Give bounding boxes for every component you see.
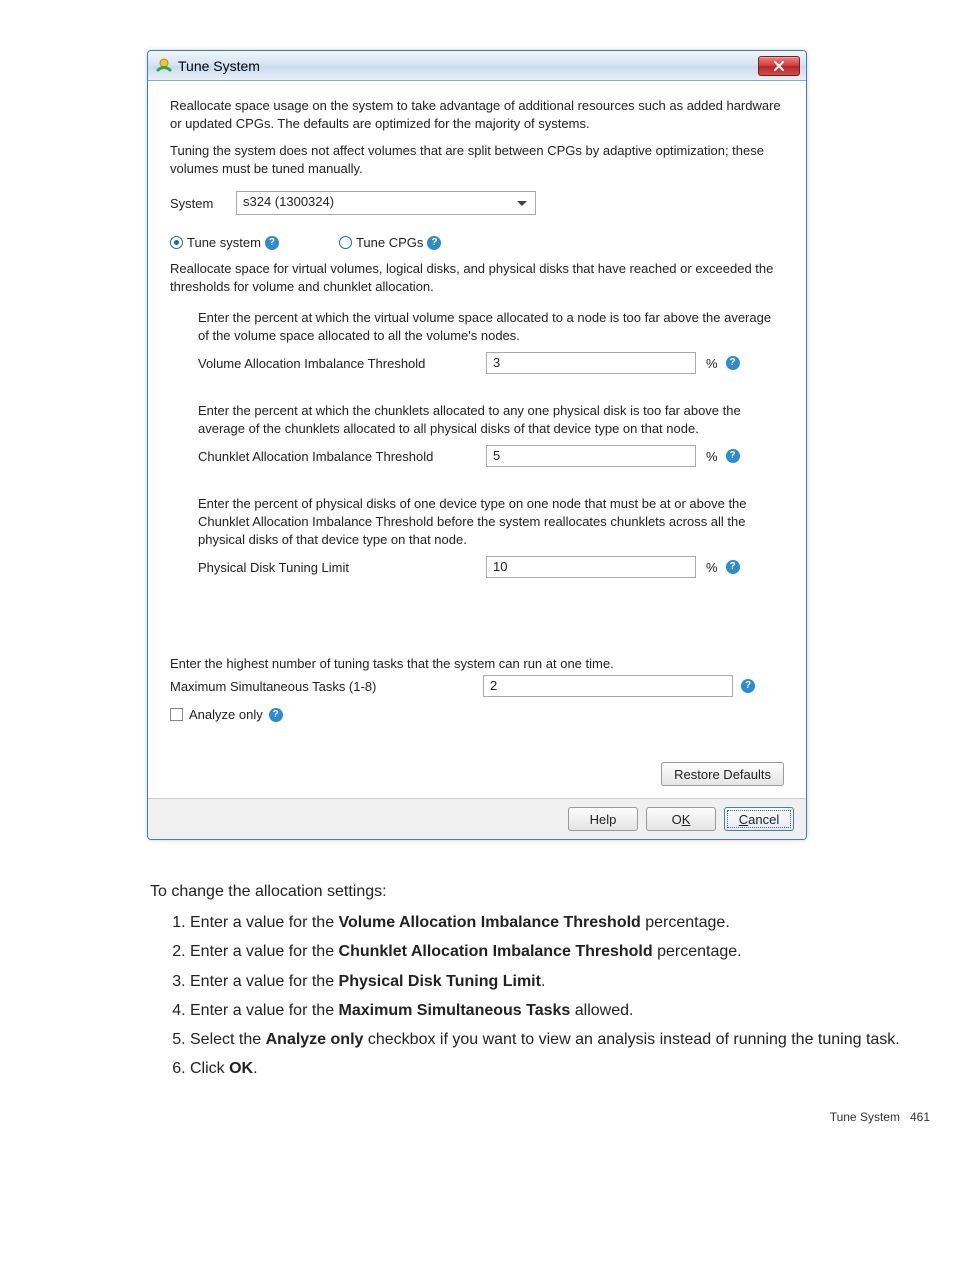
tune-system-dialog: Tune System Reallocate space usage on th… [147,50,807,840]
help-icon[interactable]: ? [741,679,755,693]
radio-tune-cpgs-label: Tune CPGs [356,235,423,250]
max-tasks-label: Maximum Simultaneous Tasks (1-8) [170,679,475,694]
step-4: Enter a value for the Maximum Simultaneo… [190,999,930,1022]
physical-disk-limit-input[interactable]: 10 [486,556,696,578]
titlebar: Tune System [148,51,806,81]
max-tasks-input[interactable]: 2 [483,675,733,697]
step-3: Enter a value for the Physical Disk Tuni… [190,970,930,993]
help-button-label: Help [590,812,617,827]
max-tasks-prompt: Enter the highest number of tuning tasks… [170,656,784,671]
step-2: Enter a value for the Chunklet Allocatio… [190,940,930,963]
help-icon[interactable]: ? [726,356,740,370]
dialog-footer: Help OK Cancel [148,798,806,839]
chunklet-threshold-prompt: Enter the percent at which the chunklets… [198,402,784,437]
intro-paragraph-1: Reallocate space usage on the system to … [170,97,784,132]
radio-tune-system-label: Tune system [187,235,261,250]
instruction-text: To change the allocation settings: Enter… [150,880,930,1080]
percent-unit: % [706,560,718,575]
ok-button[interactable]: OK [646,807,716,831]
percent-unit: % [706,356,718,371]
help-button[interactable]: Help [568,807,638,831]
chunklet-threshold-label: Chunklet Allocation Imbalance Threshold [198,449,478,464]
restore-defaults-button[interactable]: Restore Defaults [661,762,784,786]
instruction-intro: To change the allocation settings: [150,880,930,903]
dialog-body: Reallocate space usage on the system to … [148,81,806,798]
radio-dot-icon [339,236,352,249]
analyze-only-checkbox[interactable] [170,708,183,721]
radio-tune-system[interactable]: Tune system ? [170,235,279,250]
radio-description: Reallocate space for virtual volumes, lo… [170,260,784,295]
volume-threshold-input[interactable]: 3 [486,352,696,374]
step-6: Click OK. [190,1057,930,1080]
help-icon[interactable]: ? [427,236,441,250]
tune-scope-radio-group: Tune system ? Tune CPGs ? [170,235,784,250]
help-icon[interactable]: ? [269,708,283,722]
footer-section: Tune System [830,1110,900,1124]
percent-unit: % [706,449,718,464]
cancel-button-label: Cancel [739,812,779,827]
analyze-only-row: Analyze only ? [170,707,784,722]
physical-disk-limit-label: Physical Disk Tuning Limit [198,560,478,575]
page-footer: Tune System 461 [150,1110,930,1124]
intro-paragraph-2: Tuning the system does not affect volume… [170,142,784,177]
close-button[interactable] [758,56,800,76]
radio-dot-icon [170,236,183,249]
physical-disk-limit-group: Enter the percent of physical disks of o… [170,495,784,578]
physical-disk-limit-prompt: Enter the percent of physical disks of o… [198,495,784,548]
app-icon [156,58,172,74]
chunklet-threshold-group: Enter the percent at which the chunklets… [170,402,784,467]
analyze-only-label: Analyze only [189,707,263,722]
system-select[interactable]: s324 (1300324) [236,191,536,215]
help-icon[interactable]: ? [265,236,279,250]
help-icon[interactable]: ? [726,449,740,463]
step-1: Enter a value for the Volume Allocation … [190,911,930,934]
system-row: System s324 (1300324) [170,191,784,215]
ok-button-label: OK [672,812,691,827]
radio-tune-cpgs[interactable]: Tune CPGs ? [339,235,441,250]
system-label: System [170,196,230,211]
chunklet-threshold-input[interactable]: 5 [486,445,696,467]
cancel-button[interactable]: Cancel [724,807,794,831]
footer-page-number: 461 [910,1110,930,1124]
volume-threshold-prompt: Enter the percent at which the virtual v… [198,309,784,344]
help-icon[interactable]: ? [726,560,740,574]
volume-threshold-group: Enter the percent at which the virtual v… [170,309,784,374]
volume-threshold-label: Volume Allocation Imbalance Threshold [198,356,478,371]
window-title: Tune System [178,58,758,74]
restore-defaults-label: Restore Defaults [674,767,771,782]
step-5: Select the Analyze only checkbox if you … [190,1028,930,1051]
